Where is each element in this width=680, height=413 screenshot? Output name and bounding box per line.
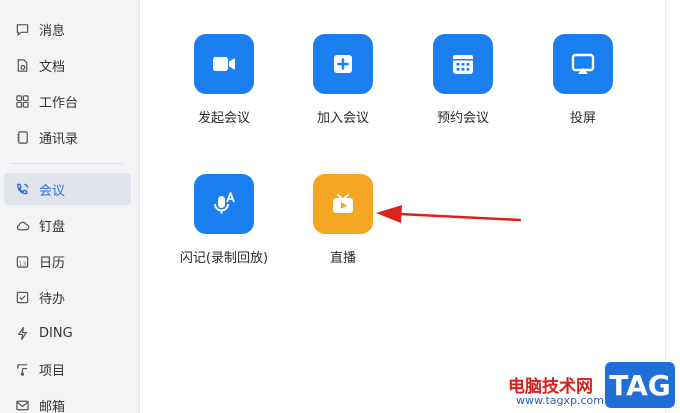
start-meeting-tile[interactable]: 发起会议 — [164, 34, 284, 126]
microphone-ai-icon — [214, 192, 235, 214]
project-icon — [14, 361, 30, 377]
sidebar-item-drive[interactable]: 钉盘 — [4, 209, 131, 241]
sidebar-divider — [10, 163, 124, 164]
tile-label: 直播 — [329, 251, 356, 266]
sidebar-item-label: 钉盘 — [39, 219, 66, 235]
panel-divider — [665, 0, 666, 413]
screen-cast-button[interactable] — [553, 34, 613, 94]
sidebar-item-meetings[interactable]: 会议 — [4, 173, 131, 205]
schedule-meeting-button[interactable] — [433, 34, 493, 94]
sidebar-item-docs[interactable]: 文档 — [4, 49, 131, 81]
tv-play-icon — [333, 194, 353, 213]
sidebar-item-label: 项目 — [39, 363, 66, 379]
watermark-url: www.tagxp.com — [516, 394, 604, 407]
cloud-icon — [14, 217, 30, 233]
sidebar-item-workbench[interactable]: 工作台 — [4, 85, 131, 117]
sidebar-item-todo[interactable]: 待办 — [4, 281, 131, 313]
sidebar-item-projects[interactable]: 项目 — [4, 353, 131, 385]
checkbox-icon — [14, 289, 30, 305]
plus-square-icon — [334, 55, 352, 73]
live-stream-button[interactable] — [313, 174, 373, 234]
sidebar-item-label: 待办 — [39, 291, 66, 307]
screen-cast-tile[interactable]: 投屏 — [523, 34, 643, 126]
start-meeting-button[interactable] — [194, 34, 254, 94]
calendar-grid-icon — [453, 55, 473, 74]
sidebar-item-label: 邮箱 — [39, 399, 66, 413]
screen-cast-icon — [571, 53, 595, 74]
sidebar-item-label: 日历 — [39, 255, 66, 271]
lightning-icon — [14, 325, 30, 341]
tile-label: 闪记(录制回放) — [179, 251, 269, 266]
mail-icon — [14, 397, 30, 413]
flash-record-tile[interactable]: 闪记(录制回放) — [164, 174, 284, 266]
sidebar-item-label: 会议 — [39, 183, 66, 199]
annotation-arrow — [376, 205, 522, 223]
contacts-icon — [14, 129, 30, 145]
watermark-logo: TAG — [605, 362, 675, 408]
sidebar-item-label: 工作台 — [39, 95, 79, 111]
tile-label: 预约会议 — [436, 111, 489, 126]
document-icon — [14, 57, 30, 73]
tile-label: 发起会议 — [197, 111, 250, 126]
sidebar-item-ding[interactable]: DING — [4, 317, 131, 349]
phone-icon — [14, 181, 30, 197]
sidebar-item-label: 通讯录 — [39, 131, 79, 147]
sidebar-item-label: 消息 — [39, 23, 66, 39]
flash-record-button[interactable] — [194, 174, 254, 234]
grid-icon — [14, 93, 30, 109]
join-meeting-button[interactable] — [313, 34, 373, 94]
calendar-icon: 13 — [14, 253, 30, 269]
video-camera-icon — [213, 57, 235, 71]
tile-label: 加入会议 — [316, 111, 369, 126]
svg-text:13: 13 — [18, 261, 26, 267]
sidebar: 消息 文档 工作台 通讯录 会议 钉盘 13 日历 待办 DING 项目 邮箱 — [0, 0, 140, 413]
sidebar-item-messages[interactable]: 消息 — [4, 13, 131, 45]
sidebar-item-label: 文档 — [39, 59, 66, 75]
chat-icon — [14, 21, 30, 37]
schedule-meeting-tile[interactable]: 预约会议 — [403, 34, 523, 126]
tile-label: 投屏 — [569, 111, 596, 126]
join-meeting-tile[interactable]: 加入会议 — [283, 34, 403, 126]
sidebar-item-calendar[interactable]: 13 日历 — [4, 245, 131, 277]
sidebar-item-mail[interactable]: 邮箱 — [4, 389, 131, 413]
sidebar-item-label: DING — [39, 325, 73, 341]
sidebar-item-contacts[interactable]: 通讯录 — [4, 121, 131, 153]
